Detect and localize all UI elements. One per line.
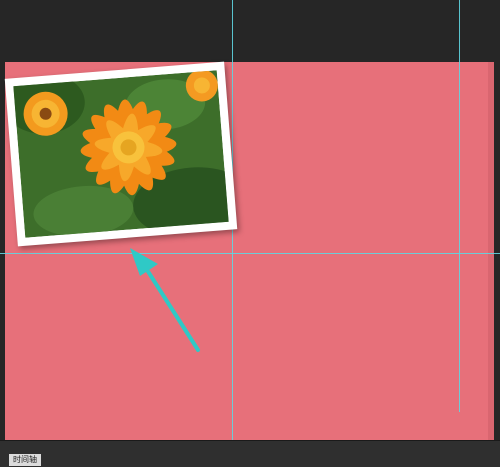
timeline-tab[interactable]: 时间轴: [9, 454, 41, 466]
annotation-arrow-icon: [130, 248, 200, 352]
bottom-panel: [0, 440, 500, 467]
